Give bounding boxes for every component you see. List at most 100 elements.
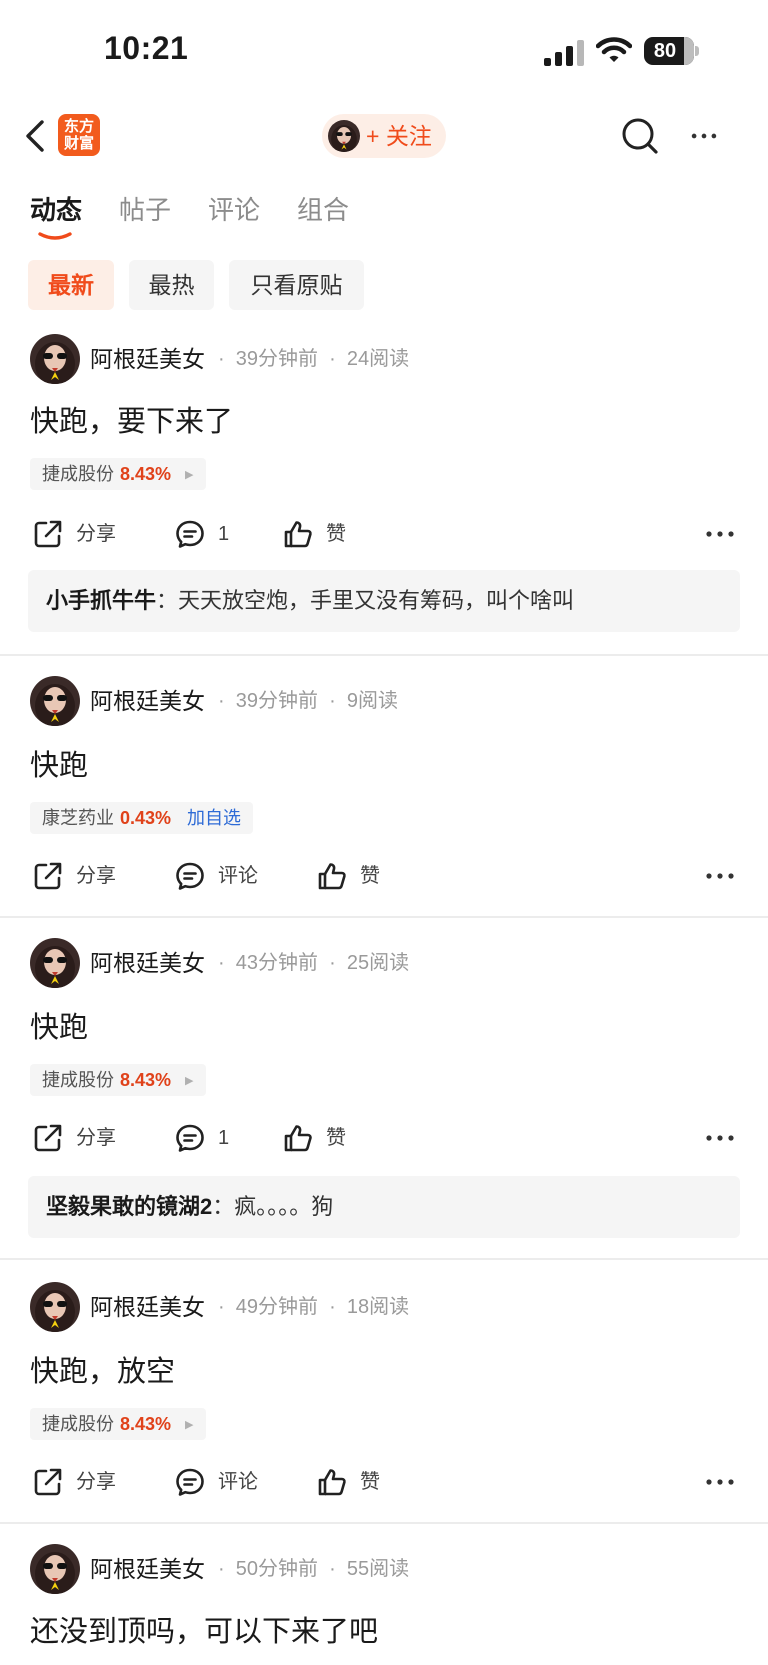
brand-logo-line2: 财富 <box>63 135 94 152</box>
share-button[interactable]: 分享 <box>32 1462 132 1502</box>
more-icon[interactable] <box>700 1118 740 1158</box>
stock-change: 8.43% <box>120 464 172 484</box>
comment-count: 1 <box>218 1127 230 1149</box>
thumbs-up-icon <box>282 1122 314 1154</box>
share-icon <box>32 860 64 892</box>
comment-button[interactable]: 评论 <box>174 1462 274 1502</box>
share-label: 分享 <box>76 523 116 545</box>
comment-label: 评论 <box>218 1471 258 1493</box>
stock-tag[interactable]: 捷成股份 8.43% ▶ <box>30 458 206 490</box>
stock-change: 0.43% <box>120 808 172 828</box>
avatar[interactable] <box>30 1282 80 1332</box>
author-name[interactable]: 阿根廷美女 <box>90 1544 205 1594</box>
post-meta: · 39分钟前 · 24阅读 <box>218 348 410 370</box>
like-button[interactable]: 赞 <box>316 856 396 896</box>
stock-name: 捷成股份 <box>42 1070 114 1090</box>
tab-dynamic[interactable]: 动态 <box>30 190 82 230</box>
stock-change: 8.43% <box>120 1070 172 1090</box>
avatar[interactable] <box>30 938 80 988</box>
comment-icon <box>174 1466 206 1498</box>
stock-name: 捷成股份 <box>42 464 114 484</box>
battery-indicator: 80 <box>644 37 700 65</box>
comment-label: 评论 <box>218 865 258 887</box>
like-label: 赞 <box>326 1127 346 1149</box>
post-card[interactable]: 阿根廷美女 · 39分钟前 · 24阅读 快跑，要下来了 捷成股份 8.43% ▶ … <box>0 332 768 654</box>
comment-preview[interactable]: 小手抓牛牛：天天放空炮，手里又没有筹码，叫个啥叫 <box>28 570 740 632</box>
post-text[interactable]: 快跑，要下来了 <box>30 402 233 442</box>
comment-text: ：天天放空炮，手里又没有筹码，叫个啥叫 <box>156 588 575 613</box>
comment-text: ：疯。。。。狗 <box>212 1194 334 1219</box>
post-text[interactable]: 快跑，放空 <box>30 1352 175 1392</box>
back-arrow-icon[interactable] <box>22 118 50 154</box>
stock-tag[interactable]: 捷成股份 8.43% ▶ <box>30 1408 206 1440</box>
comment-icon <box>174 860 206 892</box>
filter-original-only[interactable]: 只看原贴 <box>229 260 364 310</box>
share-label: 分享 <box>76 1127 116 1149</box>
author-name[interactable]: 阿根廷美女 <box>90 1282 205 1332</box>
follow-button[interactable]: + 关注 <box>322 114 446 158</box>
tab-comments[interactable]: 评论 <box>208 190 260 230</box>
divider <box>0 654 768 656</box>
stock-tag[interactable]: 捷成股份 8.43% ▶ <box>30 1064 206 1096</box>
like-button[interactable]: 赞 <box>282 514 362 554</box>
more-icon[interactable] <box>700 1462 740 1502</box>
like-label: 赞 <box>360 1471 380 1493</box>
like-label: 赞 <box>360 865 380 887</box>
more-icon[interactable] <box>684 118 724 154</box>
comment-button[interactable]: 评论 <box>174 856 274 896</box>
thumbs-up-icon <box>282 518 314 550</box>
play-arrow-icon: ▶ <box>185 1419 194 1431</box>
comment-preview[interactable]: 坚毅果敢的镜湖2：疯。。。。狗 <box>28 1176 740 1238</box>
post-meta: · 49分钟前 · 18阅读 <box>218 1296 410 1318</box>
share-icon <box>32 518 64 550</box>
comment-user[interactable]: 坚毅果敢的镜湖2 <box>46 1194 212 1219</box>
comment-user[interactable]: 小手抓牛牛 <box>46 588 156 613</box>
filter-hot[interactable]: 最热 <box>129 260 214 310</box>
filter-latest[interactable]: 最新 <box>28 260 114 310</box>
post-text[interactable]: 快跑 <box>30 1008 88 1048</box>
share-icon <box>32 1122 64 1154</box>
brand-logo[interactable]: 东方 财富 <box>58 114 100 156</box>
top-nav: 东方 财富 + 关注 <box>0 104 768 168</box>
cellular-signal-icon <box>544 40 584 66</box>
post-card[interactable]: 阿根廷美女 · 39分钟前 · 9阅读 快跑 康芝药业 0.43% 加自选 分享 评… <box>0 676 768 914</box>
tab-portfolio[interactable]: 组合 <box>297 190 349 230</box>
play-arrow-icon: ▶ <box>185 1075 194 1087</box>
play-arrow-icon: ▶ <box>185 469 194 481</box>
filter-bar: 最新 最热 只看原贴 <box>0 260 768 312</box>
post-text[interactable]: 还没到顶吗，可以下来了吧 <box>30 1612 378 1652</box>
author-name[interactable]: 阿根廷美女 <box>90 334 205 384</box>
post-card[interactable]: 阿根廷美女 · 50分钟前 · 55阅读 还没到顶吗，可以下来了吧 <box>0 1544 768 1665</box>
author-name[interactable]: 阿根廷美女 <box>90 676 205 726</box>
thumbs-up-icon <box>316 860 348 892</box>
post-card[interactable]: 阿根廷美女 · 43分钟前 · 25阅读 快跑 捷成股份 8.43% ▶ 分享 1 … <box>0 938 768 1254</box>
comment-button[interactable]: 1 <box>174 1118 254 1158</box>
follow-label: + 关注 <box>366 123 432 149</box>
post-meta: · 50分钟前 · 55阅读 <box>218 1558 410 1580</box>
divider <box>0 1258 768 1260</box>
share-button[interactable]: 分享 <box>32 514 132 554</box>
status-bar: 10:21 80 <box>0 0 768 100</box>
avatar[interactable] <box>30 676 80 726</box>
author-name[interactable]: 阿根廷美女 <box>90 938 205 988</box>
post-card[interactable]: 阿根廷美女 · 49分钟前 · 18阅读 快跑，放空 捷成股份 8.43% ▶ 分享… <box>0 1282 768 1520</box>
comment-icon <box>174 518 206 550</box>
like-button[interactable]: 赞 <box>282 1118 362 1158</box>
like-button[interactable]: 赞 <box>316 1462 396 1502</box>
stock-name: 康芝药业 <box>42 808 114 828</box>
more-icon[interactable] <box>700 514 740 554</box>
comment-button[interactable]: 1 <box>174 514 254 554</box>
avatar[interactable] <box>30 334 80 384</box>
post-text[interactable]: 快跑 <box>30 746 88 786</box>
tab-bar: 动态 帖子 评论 组合 <box>0 190 768 246</box>
search-icon[interactable] <box>620 116 660 156</box>
avatar[interactable] <box>30 1544 80 1594</box>
more-icon[interactable] <box>700 856 740 896</box>
share-button[interactable]: 分享 <box>32 1118 132 1158</box>
add-watchlist-button[interactable]: 加自选 <box>187 808 241 828</box>
share-button[interactable]: 分享 <box>32 856 132 896</box>
stock-tag[interactable]: 康芝药业 0.43% 加自选 <box>30 802 254 834</box>
tab-posts[interactable]: 帖子 <box>119 190 171 230</box>
share-icon <box>32 1466 64 1498</box>
like-label: 赞 <box>326 523 346 545</box>
